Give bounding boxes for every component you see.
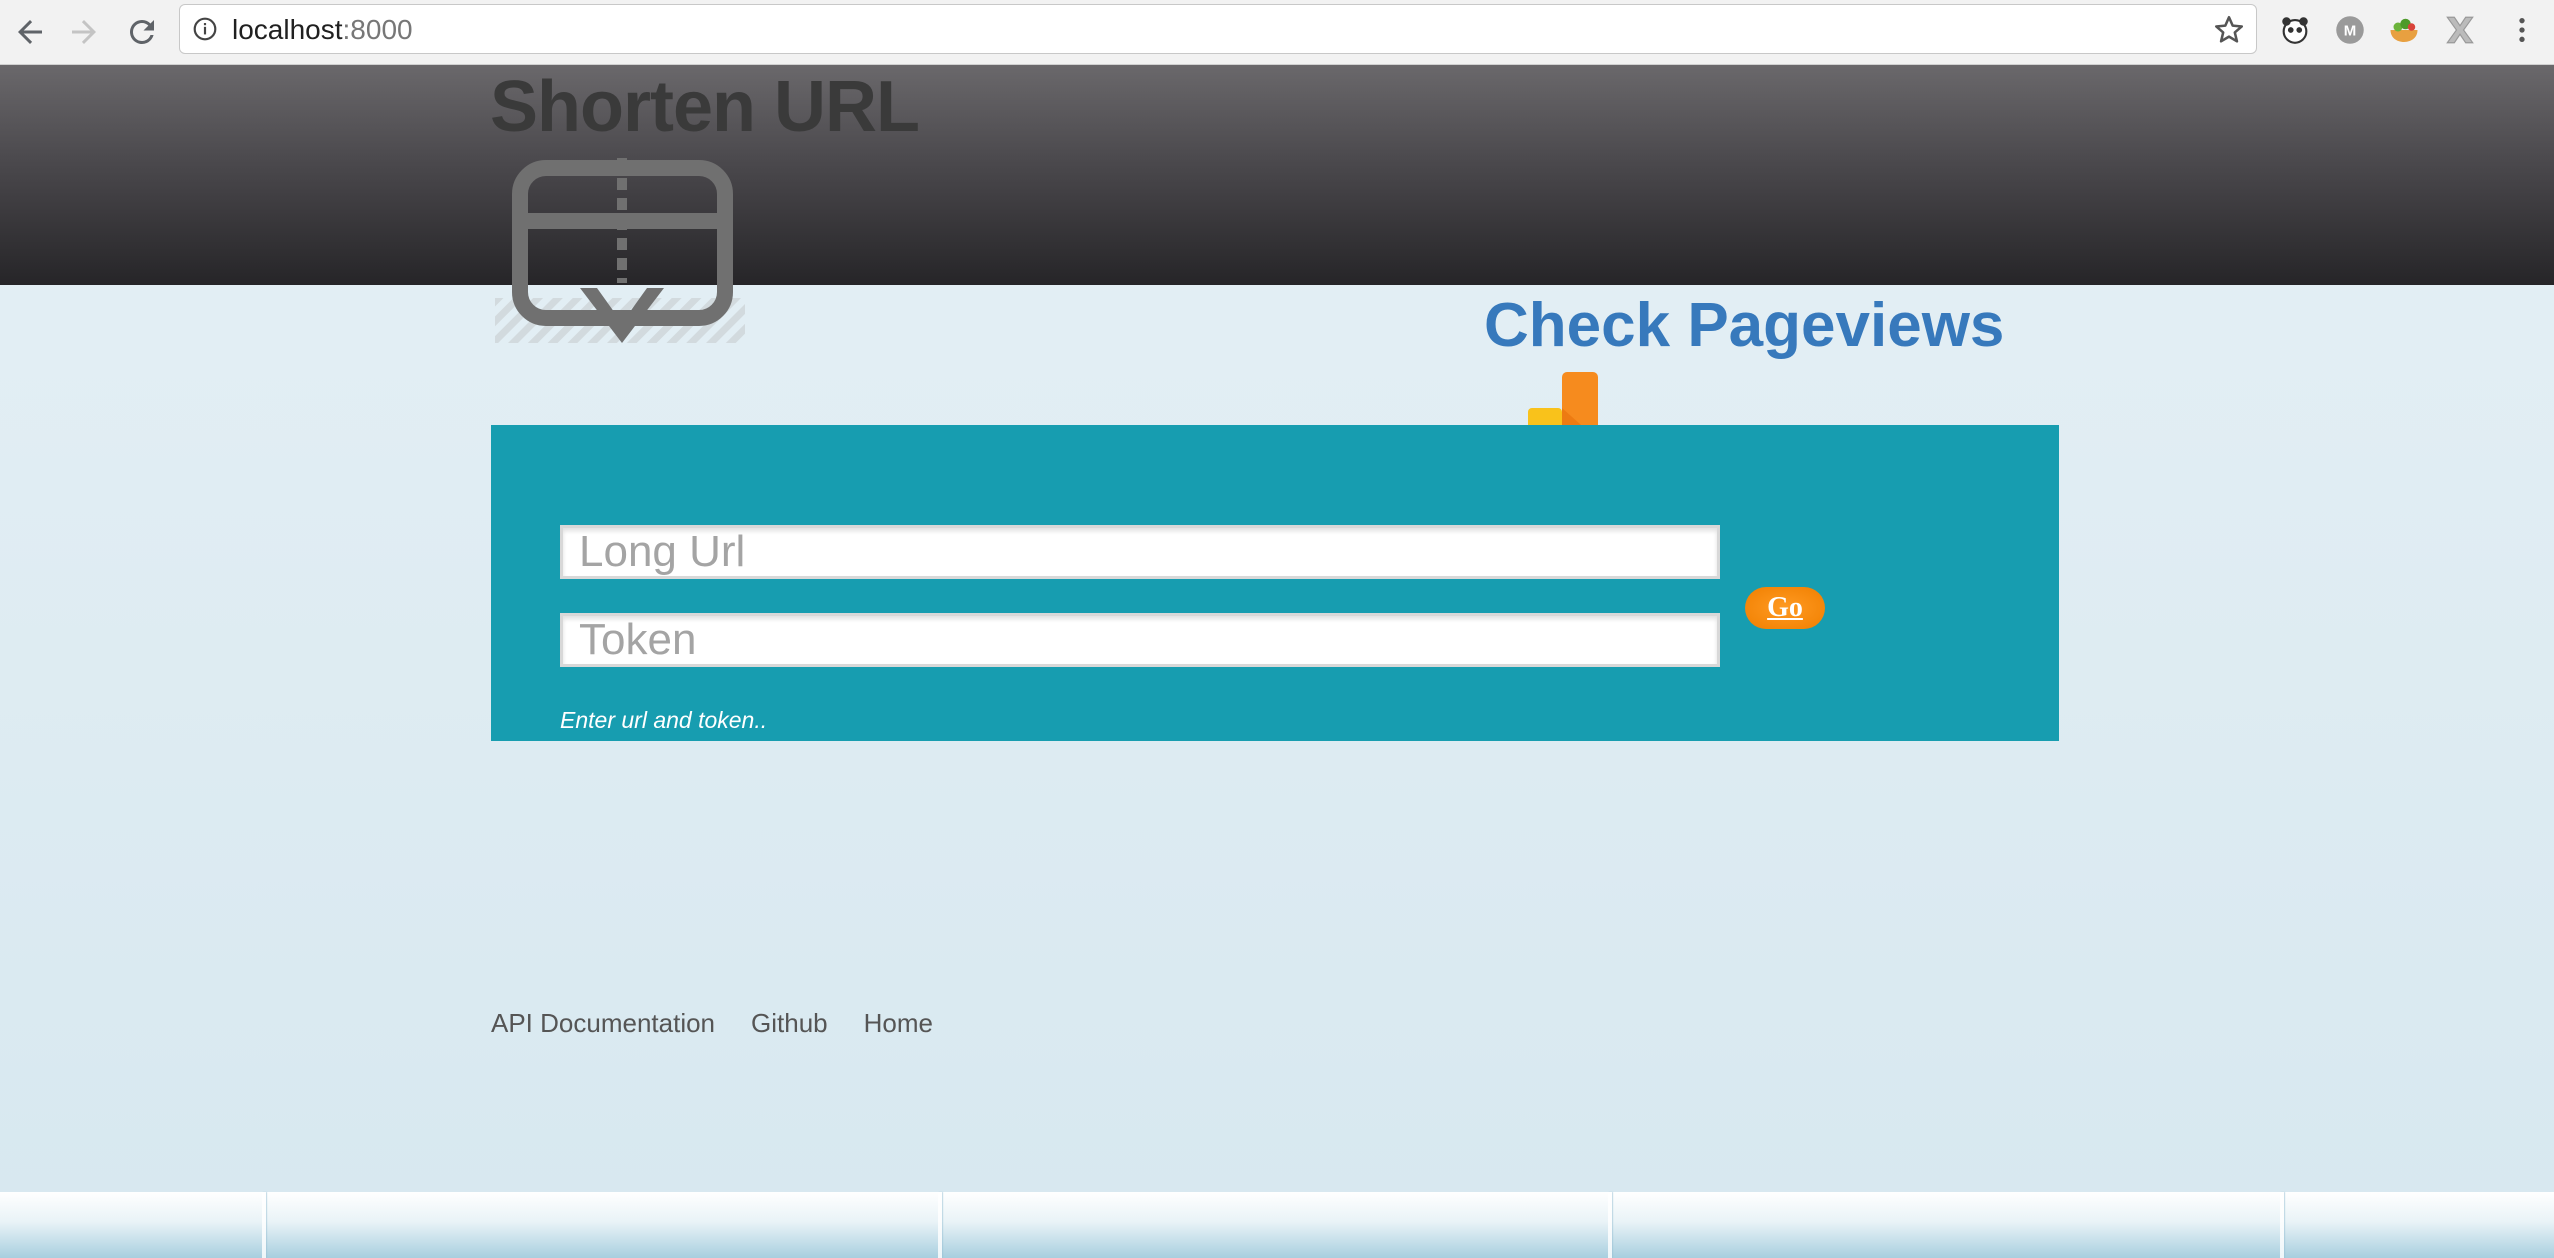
salad-extension-icon[interactable] (2386, 12, 2422, 48)
header-band (0, 65, 2554, 285)
footer-nav: API Documentation Github Home (491, 1008, 933, 1039)
x-extension-icon[interactable] (2442, 12, 2478, 48)
footer-link-github[interactable]: Github (751, 1008, 828, 1039)
footer-link-api-documentation[interactable]: API Documentation (491, 1008, 715, 1039)
menu-kebab-icon[interactable] (2504, 12, 2540, 48)
address-bar[interactable]: localhost:8000 (179, 4, 2257, 54)
url-host: localhost (232, 14, 343, 45)
scissors-card-logo-icon (495, 158, 745, 343)
reload-button[interactable] (116, 6, 168, 58)
strip-divider (2280, 1192, 2284, 1258)
url-port: :8000 (342, 14, 413, 45)
check-pageviews-link[interactable]: Check Pageviews (1484, 290, 2004, 361)
bookmark-star-icon[interactable] (2212, 13, 2246, 47)
shorten-form-panel: Go Enter url and token.. (491, 425, 2059, 741)
arrow-right-icon (72, 20, 96, 44)
go-button[interactable]: Go (1745, 587, 1825, 629)
url-text: localhost:8000 (232, 14, 413, 46)
reload-icon (129, 19, 154, 44)
bottom-strip (0, 1192, 2554, 1258)
strip-divider (1608, 1192, 1612, 1258)
forward-button[interactable] (58, 6, 110, 58)
page-title: Shorten URL (490, 67, 920, 147)
back-button[interactable] (4, 6, 56, 58)
strip-divider (938, 1192, 942, 1258)
token-input[interactable] (560, 613, 1720, 667)
profile-m-icon[interactable]: M (2332, 12, 2368, 48)
strip-divider (262, 1192, 266, 1258)
info-icon[interactable] (192, 16, 218, 42)
profile-letter: M (2344, 23, 2357, 40)
footer-link-home[interactable]: Home (864, 1008, 933, 1039)
status-message: Enter url and token.. (560, 707, 768, 733)
arrow-left-icon (18, 20, 42, 44)
panda-extension-icon[interactable] (2277, 12, 2313, 48)
long-url-input[interactable] (560, 525, 1720, 579)
browser-toolbar: localhost:8000 M (0, 0, 2554, 65)
